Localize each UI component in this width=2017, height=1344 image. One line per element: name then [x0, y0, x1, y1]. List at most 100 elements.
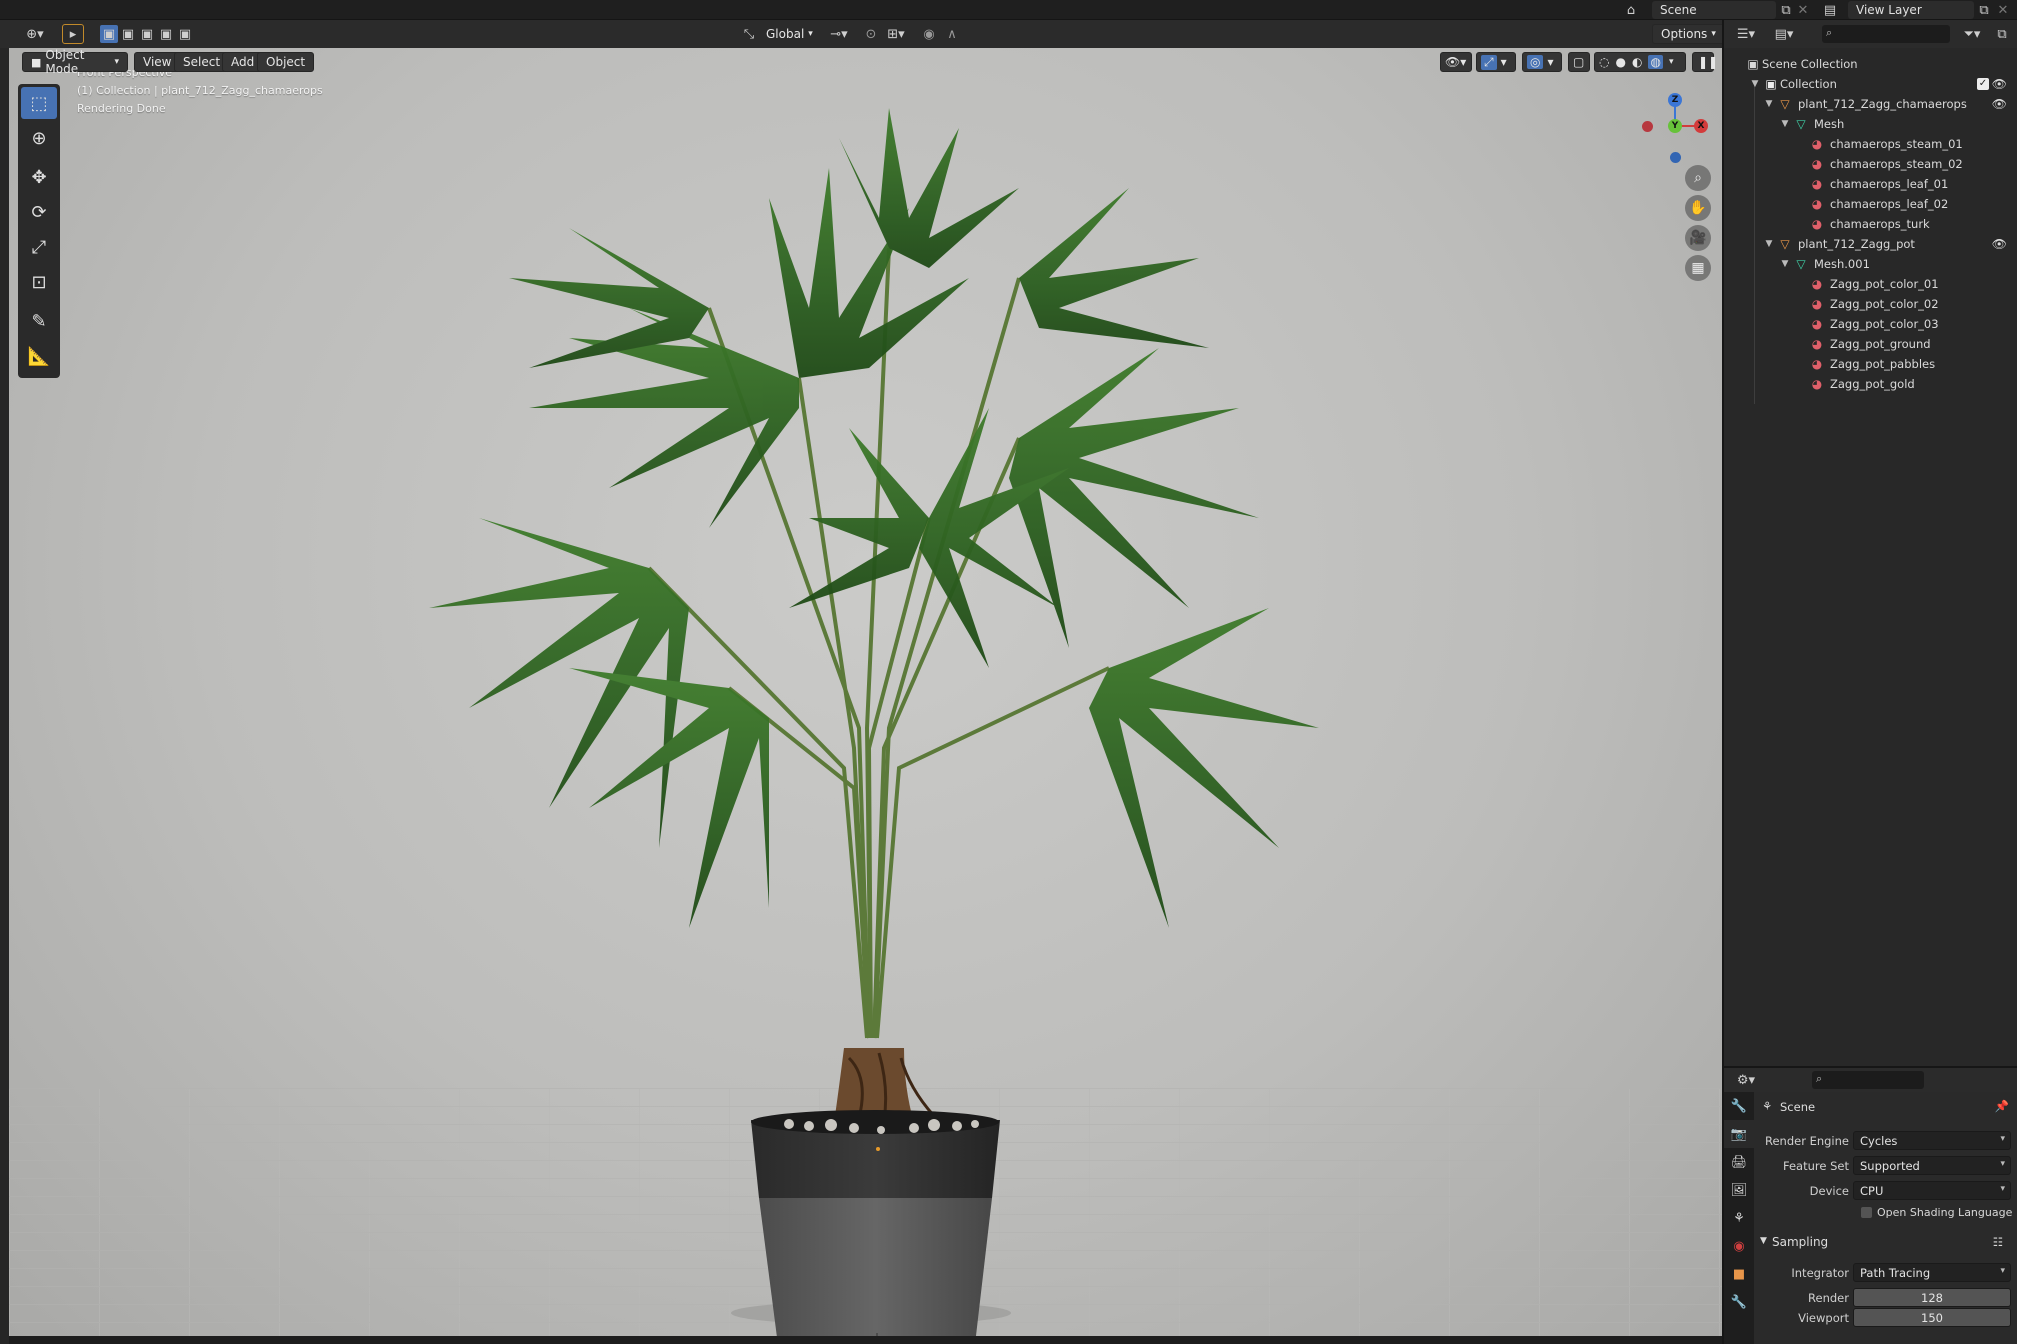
modifier-tab-icon[interactable]: 🔧 — [1724, 1288, 1754, 1316]
tree-row[interactable]: ◕ Zagg_pot_ground — [1724, 334, 2017, 354]
scene-name-field[interactable]: Scene — [1652, 1, 1776, 19]
eye-icon[interactable]: 👁 — [1992, 77, 2007, 91]
move-icon[interactable]: ✥ — [21, 161, 57, 193]
menu-select[interactable]: Select — [174, 52, 230, 72]
mode-dropdown[interactable]: ■ Object Mode ▾ — [22, 48, 128, 76]
view-layer-field[interactable]: View Layer — [1848, 1, 1974, 19]
wireframe-shading-icon[interactable]: ◌ — [1599, 55, 1609, 69]
tree-row-collection[interactable]: ▼ ▣ Collection ✓ 👁 — [1724, 74, 2017, 94]
tool-tab-icon[interactable]: 🔧 — [1724, 1092, 1754, 1120]
disclosure-triangle-icon[interactable]: ▼ — [1778, 119, 1792, 129]
orientation-dropdown[interactable]: Global ▾ — [758, 24, 821, 44]
output-tab-icon[interactable]: 🖨 — [1724, 1148, 1754, 1176]
scene-tab-icon[interactable]: ⚘ — [1724, 1204, 1754, 1232]
tree-row[interactable]: ▼ ▽ plant_712_Zagg_pot 👁 — [1724, 234, 2017, 254]
world-tab-icon[interactable]: ◉ — [1724, 1232, 1754, 1260]
tree-row[interactable]: ◕ chamaerops_steam_02 — [1724, 154, 2017, 174]
gizmo-toggle[interactable]: ⤢ ▾ — [1476, 52, 1516, 72]
new-view-layer-icon[interactable]: ⧉ — [1976, 2, 1992, 18]
new-scene-icon[interactable]: ⧉ — [1778, 2, 1794, 18]
cursor-icon[interactable]: ⊕ — [21, 122, 57, 154]
select-mode-invert-icon[interactable]: ▣ — [157, 25, 175, 43]
select-tool-icon[interactable]: ▸ — [62, 24, 84, 44]
object-tab-icon[interactable]: ■ — [1724, 1260, 1754, 1288]
pin-icon[interactable]: 📌 — [1995, 1099, 2009, 1113]
eye-icon[interactable]: 👁 — [1992, 97, 2007, 111]
snap-target-icon[interactable]: ⊞▾ — [882, 25, 910, 43]
new-collection-icon[interactable]: ⧉ — [1992, 25, 2012, 43]
list-icon[interactable]: ☷ — [1993, 1235, 2003, 1249]
tree-row[interactable]: ▼ ▽ Mesh — [1724, 114, 2017, 134]
outliner-editor-type-icon[interactable]: ☰▾ — [1732, 25, 1760, 43]
sampling-panel-header[interactable]: ▼ Sampling ☷ — [1754, 1232, 2017, 1254]
render-tab-icon[interactable]: 📷 — [1724, 1120, 1754, 1148]
scale-icon[interactable]: ⤢ — [21, 231, 57, 263]
visibility-dropdown[interactable]: 👁▾ — [1440, 52, 1472, 72]
proportional-edit-icon[interactable]: ◉ — [920, 25, 938, 43]
gizmo-y-axis[interactable]: Y — [1668, 119, 1682, 133]
tree-row[interactable]: ◕ Zagg_pot_gold — [1724, 374, 2017, 394]
view-layer-tab-icon[interactable]: 🖼 — [1724, 1176, 1754, 1204]
feature-set-dropdown[interactable]: Supported ▾ — [1853, 1156, 2011, 1175]
menu-object[interactable]: Object — [257, 52, 315, 72]
delete-scene-icon[interactable]: ✕ — [1796, 2, 1810, 18]
tree-row[interactable]: ◕ Zagg_pot_color_03 — [1724, 314, 2017, 334]
gizmo-neg-z-dot[interactable] — [1670, 152, 1681, 163]
tree-row[interactable]: ◕ chamaerops_leaf_01 — [1724, 174, 2017, 194]
properties-editor-type-icon[interactable]: ⚙▾ — [1732, 1071, 1760, 1089]
select-mode-intersect-icon[interactable]: ▣ — [176, 25, 194, 43]
disclosure-triangle-icon[interactable]: ▼ — [1778, 259, 1792, 269]
pause-render-button[interactable]: ❚❚ — [1692, 52, 1718, 72]
tree-row[interactable]: ◕ Zagg_pot_pabbles — [1724, 354, 2017, 374]
view-layer-icon[interactable]: ▤ — [1820, 2, 1840, 18]
tree-row[interactable]: ◕ chamaerops_steam_01 — [1724, 134, 2017, 154]
tree-row[interactable]: ▼ ▽ Mesh.001 — [1724, 254, 2017, 274]
disclosure-triangle-icon[interactable]: ▼ — [1762, 239, 1776, 249]
navigation-gizmo[interactable]: Z Y X — [1629, 84, 1719, 174]
material-shading-icon[interactable]: ◐ — [1632, 55, 1642, 69]
gizmo-neg-x-dot[interactable] — [1642, 121, 1653, 132]
annotate-icon[interactable]: ✎ — [21, 305, 57, 337]
pan-hand-icon[interactable]: ✋ — [1685, 195, 1711, 221]
select-mode-subtract-icon[interactable]: ▣ — [138, 25, 156, 43]
delete-view-layer-icon[interactable]: ✕ — [1996, 2, 2010, 18]
3d-viewport[interactable]: Front Perspective (1) Collection | plant… — [9, 48, 1722, 1336]
scene-icon[interactable]: ⌂ — [1622, 2, 1640, 18]
tree-row[interactable]: ◕ Zagg_pot_color_01 — [1724, 274, 2017, 294]
disclosure-triangle-icon[interactable]: ▼ — [1762, 99, 1776, 109]
rendered-shading-icon[interactable]: ◍ — [1648, 55, 1663, 69]
zoom-icon[interactable]: ⌕ — [1685, 165, 1711, 191]
options-dropdown[interactable]: Options ▾ — [1652, 24, 1725, 44]
render-engine-dropdown[interactable]: Cycles ▾ — [1853, 1131, 2011, 1150]
measure-icon[interactable]: 📐 — [21, 340, 57, 372]
disclosure-triangle-icon[interactable]: ▼ — [1748, 79, 1762, 89]
viewport-samples-field[interactable]: 150 — [1853, 1308, 2011, 1327]
snap-icon[interactable]: ⊙ — [862, 25, 880, 43]
tree-row-scene-collection[interactable]: ▣ Scene Collection — [1724, 54, 2017, 74]
tree-row[interactable]: ◕ chamaerops_leaf_02 — [1724, 194, 2017, 214]
tree-row[interactable]: ◕ chamaerops_turk — [1724, 214, 2017, 234]
render-samples-field[interactable]: 128 — [1853, 1288, 2011, 1307]
eye-icon[interactable]: 👁 — [1992, 237, 2007, 251]
osl-checkbox[interactable] — [1861, 1207, 1872, 1218]
exclude-checkbox[interactable]: ✓ — [1977, 78, 1989, 90]
select-box-icon[interactable]: ⬚ — [21, 87, 57, 119]
select-mode-new-icon[interactable]: ▣ — [100, 25, 118, 43]
overlay-toggle[interactable]: ◎ ▾ — [1522, 52, 1562, 72]
gizmo-x-axis[interactable]: X — [1694, 119, 1708, 133]
integrator-dropdown[interactable]: Path Tracing ▾ — [1853, 1263, 2011, 1282]
camera-view-icon[interactable]: 🎥 — [1685, 225, 1711, 251]
device-dropdown[interactable]: CPU ▾ — [1853, 1181, 2011, 1200]
tree-row[interactable]: ◕ Zagg_pot_color_02 — [1724, 294, 2017, 314]
perspective-toggle-icon[interactable]: ▦ — [1685, 255, 1711, 281]
rotate-icon[interactable]: ⟳ — [21, 196, 57, 228]
chevron-down-icon[interactable]: ▾ — [1669, 57, 1674, 67]
pivot-point-icon[interactable]: ⊸▾ — [826, 25, 852, 43]
transform-icon[interactable]: ⊡ — [21, 266, 57, 298]
xray-toggle[interactable]: ▢ — [1568, 52, 1590, 72]
select-mode-extend-icon[interactable]: ▣ — [119, 25, 137, 43]
filter-icon[interactable]: ⏷▾ — [1958, 25, 1986, 43]
properties-search-input[interactable]: ⌕ — [1812, 1071, 1924, 1089]
outliner-search-input[interactable]: ⌕ — [1822, 25, 1950, 43]
display-mode-icon[interactable]: ▤▾ — [1770, 25, 1798, 43]
